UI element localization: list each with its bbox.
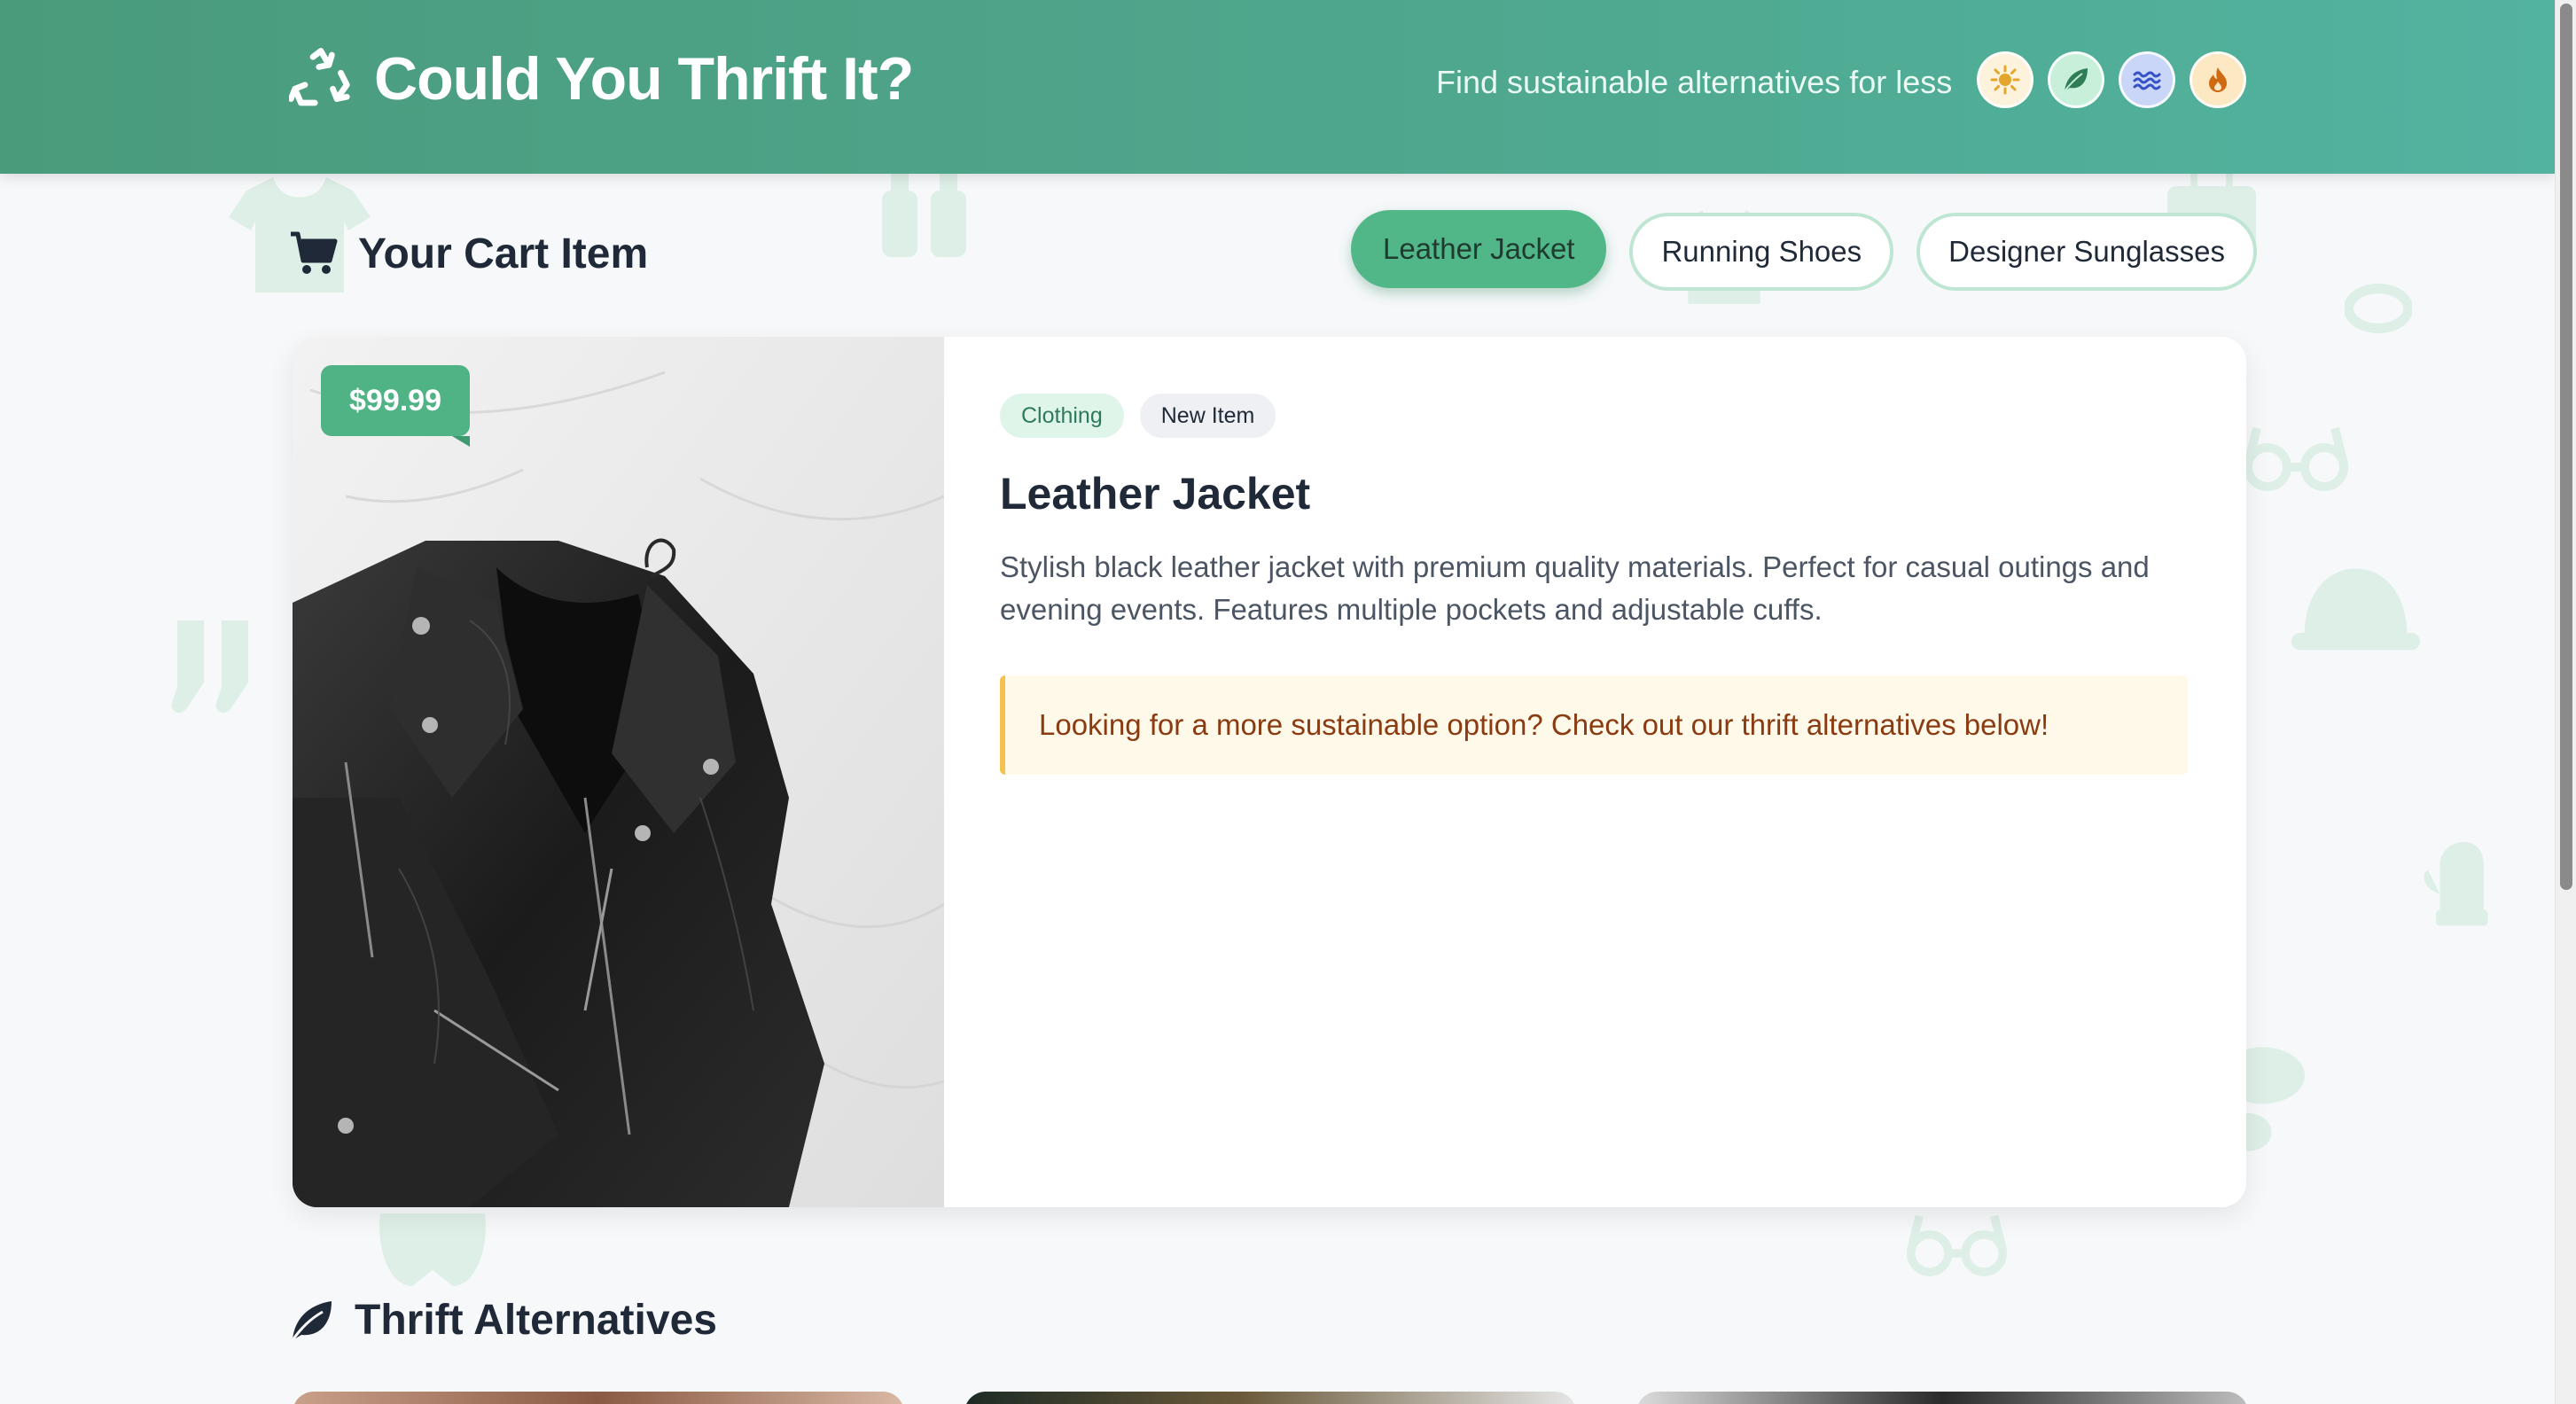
recycle-icon [287, 47, 353, 111]
alternative-card-3[interactable] [1636, 1392, 2248, 1404]
tab-designer-sunglasses[interactable]: Designer Sunglasses [1916, 213, 2257, 291]
sustainability-notice: Looking for a more sustainable option? C… [1000, 675, 2188, 775]
page-scrollbar[interactable] [2555, 0, 2576, 1404]
bg-glasses-icon-2 [1906, 1205, 2008, 1281]
fire-icon [2209, 67, 2227, 92]
logo[interactable]: Could You Thrift It? [287, 44, 914, 113]
leaf-icon [289, 1298, 335, 1344]
fire-theme-button[interactable] [2190, 51, 2246, 108]
product-tabs: Leather Jacket Running Shoes Designer Su… [1351, 210, 2257, 291]
alternatives-section-heading: Thrift Alternatives [289, 1296, 717, 1345]
app-header: Could You Thrift It? Find sustainable al… [0, 0, 2555, 174]
cart-section-heading: Your Cart Item [289, 229, 648, 278]
product-description: Stylish black leather jacket with premiu… [1000, 550, 2150, 626]
product-title: Leather Jacket [1000, 469, 1311, 519]
tagline: Find sustainable alternatives for less [1436, 64, 1953, 100]
price-badge: $99.99 [321, 365, 470, 447]
bg-bottles-icon [878, 168, 975, 257]
shopping-cart-icon [289, 229, 339, 278]
alternative-card-2[interactable] [964, 1392, 1576, 1404]
bg-mask-icon [371, 1205, 495, 1294]
product-details: Clothing New Item Leather Jacket Stylish… [1000, 394, 2188, 775]
condition-badge: New Item [1139, 394, 1276, 438]
leaf-icon [2064, 68, 2088, 92]
tab-leather-jacket[interactable]: Leather Jacket [1351, 210, 1607, 288]
product-image: $99.99 [293, 337, 944, 1207]
product-tags: Clothing New Item [1000, 394, 2188, 438]
category-badge: Clothing [1000, 394, 1124, 438]
bg-ring-icon [2345, 284, 2412, 333]
scrollbar-thumb[interactable] [2560, 4, 2572, 890]
bg-mitten-icon [2420, 838, 2500, 926]
cart-heading: Your Cart Item [358, 230, 649, 277]
leaf-theme-button[interactable] [2048, 51, 2104, 108]
alternative-card-1[interactable] [293, 1392, 904, 1404]
tab-running-shoes[interactable]: Running Shoes [1629, 213, 1894, 291]
water-icon [2133, 71, 2161, 90]
bg-glasses-icon [2243, 417, 2349, 496]
sun-icon [1990, 65, 2020, 95]
sun-theme-button[interactable] [1977, 51, 2033, 108]
cart-item-card: $99.99 Clothing New Item Leather Jacket … [293, 337, 2246, 1207]
alternatives-heading: Thrift Alternatives [355, 1297, 717, 1344]
app-title: Could You Thrift It? [374, 45, 914, 113]
theme-switcher [1977, 51, 2246, 108]
bg-socks-icon [168, 620, 266, 718]
bg-hardhat-icon [2291, 558, 2420, 656]
ocean-theme-button[interactable] [2119, 51, 2175, 108]
